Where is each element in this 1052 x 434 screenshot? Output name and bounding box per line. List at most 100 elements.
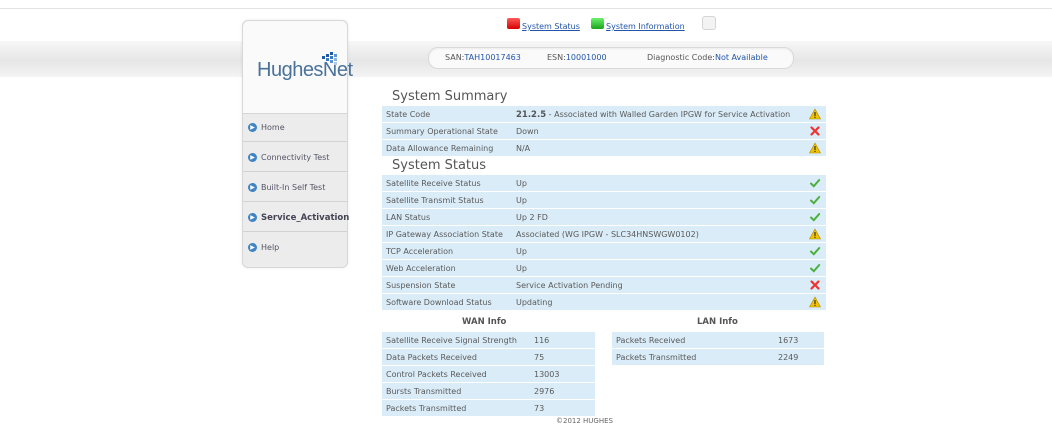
row-value: 73 xyxy=(534,404,545,413)
system-status-indicator-icon xyxy=(507,18,520,29)
check-icon xyxy=(810,264,821,273)
row-value: Up 2 FD xyxy=(516,213,548,222)
sidebar-item-label: Connectivity Test xyxy=(261,153,330,162)
row-value: Up xyxy=(516,247,527,256)
top-divider xyxy=(0,8,1052,9)
row-key: Satellite Receive Status xyxy=(386,179,481,188)
status-row-sat-transmit: Satellite Transmit Status Up xyxy=(382,192,826,208)
row-key: Satellite Receive Signal Strength xyxy=(386,336,517,345)
row-key: Web Acceleration xyxy=(386,264,456,273)
lan-info-title: LAN Info xyxy=(697,317,738,327)
row-value: Up xyxy=(516,264,527,273)
sidebar-item-label: Help xyxy=(261,243,280,252)
print-icon[interactable] xyxy=(702,16,716,30)
row-key: LAN Status xyxy=(386,213,431,222)
sidebar-item-built-in-self-test[interactable]: ▶ Built-In Self Test xyxy=(243,175,347,202)
row-key: Data Allowance Remaining xyxy=(386,144,494,153)
row-value: 21.2.5 - Associated with Walled Garden I… xyxy=(516,110,791,120)
row-value: Down xyxy=(516,127,539,136)
row-key: Packets Transmitted xyxy=(616,353,697,362)
row-value: N/A xyxy=(516,144,531,153)
wan-row: Data Packets Received 75 xyxy=(382,349,595,365)
wan-row: Control Packets Received 13003 xyxy=(382,366,595,382)
san-value: TAH10017463 xyxy=(464,53,521,62)
chevron-right-icon: ▶ xyxy=(248,123,257,132)
status-row-lan: LAN Status Up 2 FD xyxy=(382,209,826,225)
row-value: Up xyxy=(516,179,527,188)
error-icon xyxy=(810,280,820,290)
check-icon xyxy=(810,213,821,222)
system-status-link[interactable]: System Status xyxy=(522,22,580,31)
summary-row-operational-state: Summary Operational State Down xyxy=(382,123,826,139)
check-icon xyxy=(810,247,821,256)
warning-icon xyxy=(809,228,821,240)
summary-row-data-allowance: Data Allowance Remaining N/A xyxy=(382,140,826,156)
row-key: Control Packets Received xyxy=(386,370,487,379)
row-value: Associated (WG IPGW - SLC34HNSWGW0102) xyxy=(516,230,699,239)
status-row-web-acceleration: Web Acceleration Up xyxy=(382,260,826,276)
row-value: 116 xyxy=(534,336,550,345)
sidebar-item-label: Service_Activation xyxy=(261,213,350,223)
row-key: Packets Received xyxy=(616,336,686,345)
status-row-tcp-acceleration: TCP Acceleration Up xyxy=(382,243,826,259)
sidebar-item-label: Home xyxy=(261,123,285,132)
copyright-footer: ©2012 HUGHES xyxy=(556,417,613,425)
logo-panel: HughesNet xyxy=(243,21,353,114)
row-key: Bursts Transmitted xyxy=(386,387,462,396)
check-icon xyxy=(810,196,821,205)
system-status-title: System Status xyxy=(392,158,487,173)
status-row-software-download: Software Download Status Updating xyxy=(382,294,826,310)
hughesnet-logo-text: HughesNet xyxy=(257,59,353,81)
diagnostic-code-label: Diagnostic Code:Not Available xyxy=(647,53,768,62)
row-key: Packets Transmitted xyxy=(386,404,467,413)
system-summary-title: System Summary xyxy=(392,89,508,104)
sidebar-item-home[interactable]: ▶ Home xyxy=(243,115,347,142)
warning-icon xyxy=(809,142,821,154)
row-value: 2249 xyxy=(778,353,799,362)
row-value: 2976 xyxy=(534,387,555,396)
status-row-sat-receive: Satellite Receive Status Up xyxy=(382,175,826,191)
row-key: TCP Acceleration xyxy=(386,247,454,256)
row-key: State Code xyxy=(386,110,431,119)
row-key: IP Gateway Association State xyxy=(386,230,503,239)
row-value: Service Activation Pending xyxy=(516,281,623,290)
row-value: 1673 xyxy=(778,336,799,345)
chevron-right-icon: ▶ xyxy=(248,213,257,222)
hughesnet-logo-icon xyxy=(322,52,337,65)
check-icon xyxy=(810,179,821,188)
row-key: Software Download Status xyxy=(386,298,492,307)
row-key: Suspension State xyxy=(386,281,456,290)
lan-row: Packets Received 1673 xyxy=(612,332,824,348)
warning-icon xyxy=(809,108,821,120)
row-key: Summary Operational State xyxy=(386,127,498,136)
esn-label: ESN:10001000 xyxy=(547,53,607,62)
device-info-bar: SAN:TAH10017463 ESN:10001000 Diagnostic … xyxy=(428,47,794,69)
status-row-suspension-state: Suspension State Service Activation Pend… xyxy=(382,277,826,293)
row-key: Satellite Transmit Status xyxy=(386,196,484,205)
san-label: SAN:TAH10017463 xyxy=(445,53,521,62)
row-key: Data Packets Received xyxy=(386,353,477,362)
chevron-right-icon: ▶ xyxy=(248,243,257,252)
wan-info-title: WAN Info xyxy=(462,317,507,327)
row-value: 13003 xyxy=(534,370,560,379)
sidebar-item-label: Built-In Self Test xyxy=(261,183,326,192)
warning-icon xyxy=(809,296,821,308)
system-information-indicator-icon xyxy=(591,18,604,29)
error-icon xyxy=(810,126,820,136)
sidebar-item-connectivity-test[interactable]: ▶ Connectivity Test xyxy=(243,145,347,172)
status-row-ip-gateway: IP Gateway Association State Associated … xyxy=(382,226,826,242)
sidebar-item-help[interactable]: ▶ Help xyxy=(243,235,347,261)
wan-row: Satellite Receive Signal Strength 116 xyxy=(382,332,595,348)
summary-row-state-code: State Code 21.2.5 - Associated with Wall… xyxy=(382,106,826,122)
esn-value: 10001000 xyxy=(565,53,607,62)
diagnostic-code-value: Not Available xyxy=(714,53,768,62)
row-value: 75 xyxy=(534,353,545,362)
sidebar-item-service-activation[interactable]: ▶ Service_Activation xyxy=(243,205,350,232)
row-value: Updating xyxy=(516,298,553,307)
chevron-right-icon: ▶ xyxy=(248,153,257,162)
row-value: Up xyxy=(516,196,527,205)
wan-row: Bursts Transmitted 2976 xyxy=(382,383,595,399)
lan-row: Packets Transmitted 2249 xyxy=(612,349,824,365)
wan-row: Packets Transmitted 73 xyxy=(382,400,595,416)
system-information-link[interactable]: System Information xyxy=(606,22,685,31)
